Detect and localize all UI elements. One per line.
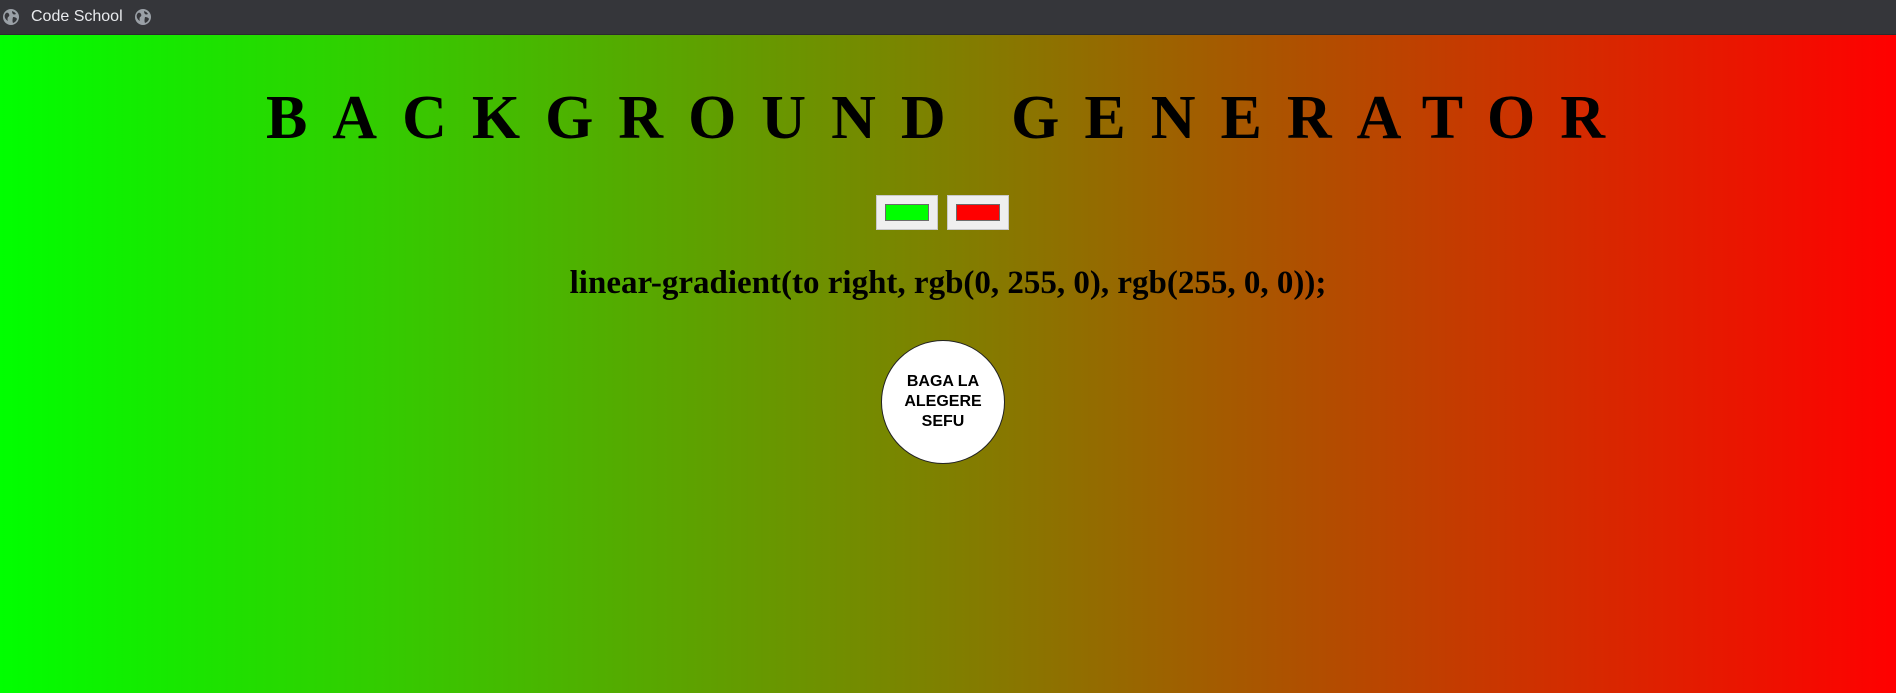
globe-icon [134, 8, 152, 26]
gradient-background: BACKGROUND GENERATOR linear-gradient(to … [0, 35, 1896, 693]
css-output-text: linear-gradient(to right, rgb(0, 255, 0)… [569, 265, 1327, 301]
bookmark-label: Code School [31, 8, 123, 25]
globe-icon [2, 8, 20, 26]
color-swatch-2 [956, 204, 1000, 221]
color-input-2[interactable] [947, 195, 1009, 230]
color-swatch-1 [885, 204, 929, 221]
random-button[interactable]: BAGA LA ALEGERE SEFU [881, 340, 1005, 464]
bookmark-code-school[interactable]: Code School [2, 0, 123, 34]
bookmarks-bar: Code School [0, 0, 1896, 35]
bookmark-globe[interactable] [134, 0, 152, 34]
page-title: BACKGROUND GENERATOR [265, 84, 1631, 152]
color-input-1[interactable] [876, 195, 938, 230]
